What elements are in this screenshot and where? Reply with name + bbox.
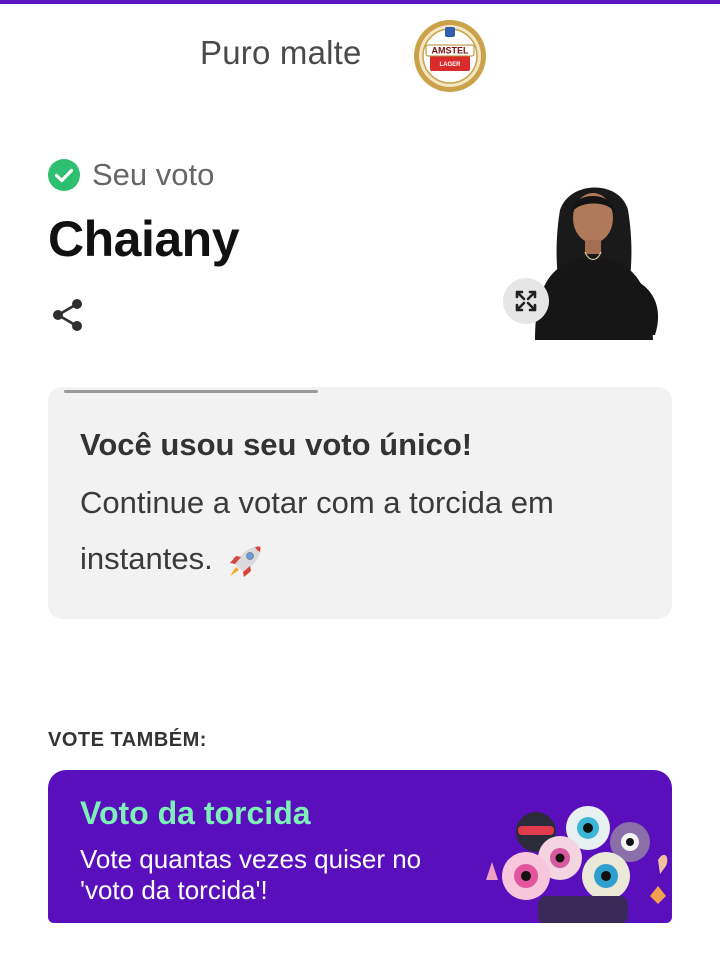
logo-text-top: AMSTEL	[432, 46, 470, 56]
rocket-icon	[230, 546, 261, 577]
fan-vote-promo-card[interactable]: Voto da torcida Vote quantas vezes quise…	[48, 770, 672, 923]
voted-label: Seu voto	[92, 157, 215, 192]
share-icon[interactable]	[48, 295, 88, 335]
check-circle-icon	[48, 159, 80, 191]
expand-icon	[515, 290, 537, 312]
top-brand-stripe	[0, 0, 720, 4]
countdown-progress-bar	[64, 390, 318, 393]
info-card-title: Você usou seu voto único!	[80, 427, 473, 462]
info-card-body-text: Continue a votar com a torcida em instan…	[80, 485, 554, 576]
vote-confirmation: Seu voto	[48, 157, 214, 193]
expand-photo-button[interactable]	[503, 278, 549, 324]
single-vote-info-card: Você usou seu voto único! Continue a vot…	[48, 387, 672, 619]
page: Puro malte AMSTEL LAGER Seu voto Chaiany	[0, 0, 720, 959]
eye-characters-illustration	[486, 806, 668, 923]
candidate-name: Chaiany	[48, 211, 240, 267]
logo-text-bottom: LAGER	[440, 62, 462, 68]
also-vote-label: VOTE TAMBÉM:	[48, 729, 207, 751]
sponsor-tagline: Puro malte	[200, 34, 362, 71]
amstel-logo: AMSTEL LAGER	[414, 20, 486, 92]
info-card-body: Continue a votar com a torcida em instan…	[80, 475, 640, 587]
promo-description: Vote quantas vezes quiser no 'voto da to…	[80, 844, 422, 905]
promo-title: Voto da torcida	[80, 795, 311, 831]
